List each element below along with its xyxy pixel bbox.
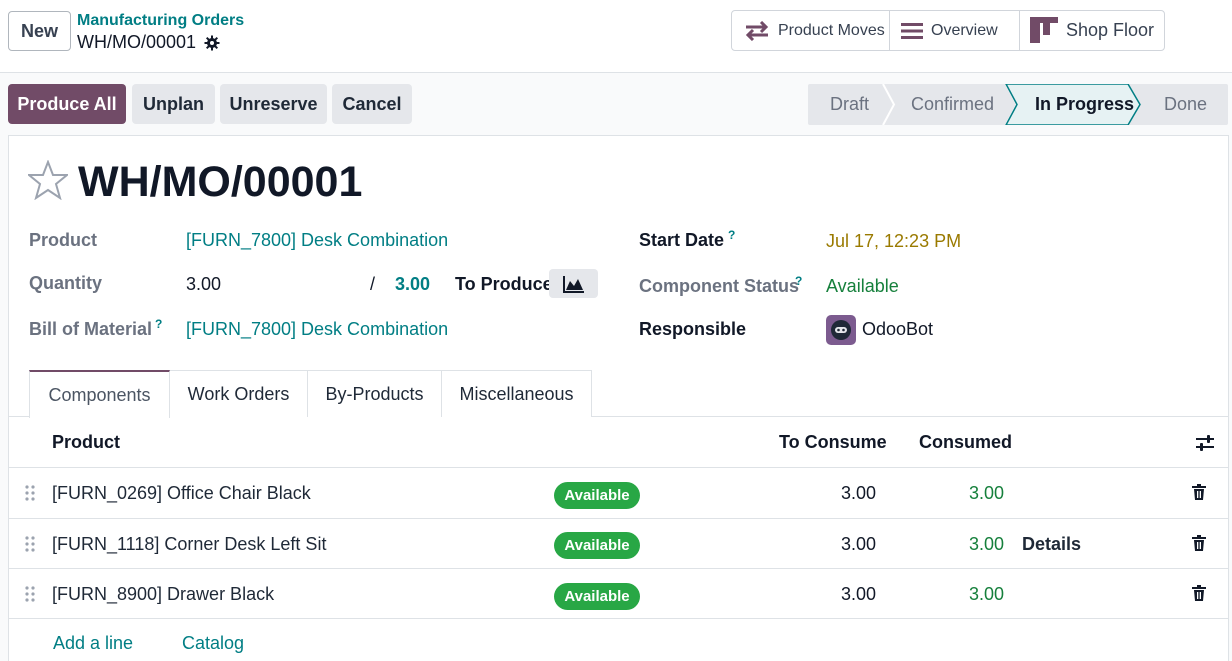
table-row[interactable]: [FURN_1118] Corner Desk Left Sit Availab… bbox=[9, 518, 1228, 569]
catalog-link[interactable]: Catalog bbox=[182, 633, 244, 654]
status-badge: Available bbox=[554, 532, 640, 559]
table-row[interactable]: [FURN_8900] Drawer Black Available 3.00 … bbox=[9, 568, 1228, 619]
row-product[interactable]: [FURN_8900] Drawer Black bbox=[52, 584, 274, 605]
start-date-field[interactable]: Jul 17, 12:23 PM bbox=[826, 231, 961, 252]
area-chart-icon bbox=[562, 275, 584, 293]
control-panel: New Manufacturing Orders WH/MO/00001 Pro… bbox=[0, 0, 1232, 73]
breadcrumb-current-label: WH/MO/00001 bbox=[77, 32, 197, 52]
tab-by-products[interactable]: By-Products bbox=[307, 370, 442, 417]
to-produce-label: To Produce bbox=[455, 274, 553, 294]
start-date-label: Start Date bbox=[639, 230, 725, 250]
start-date-help-icon[interactable]: ? bbox=[728, 228, 735, 242]
star-icon[interactable] bbox=[28, 160, 68, 200]
row-to-consume[interactable]: 3.00 bbox=[816, 483, 876, 504]
breadcrumb-current: WH/MO/00001 bbox=[77, 32, 220, 53]
row-consumed[interactable]: 3.00 bbox=[944, 584, 1004, 605]
quantity-separator: / bbox=[370, 274, 376, 294]
product-label: Product bbox=[29, 230, 98, 250]
shop-floor-button[interactable]: Shop Floor bbox=[1019, 10, 1165, 51]
tab-work-orders[interactable]: Work Orders bbox=[169, 370, 308, 417]
new-button[interactable]: New bbox=[8, 11, 71, 51]
row-to-consume[interactable]: 3.00 bbox=[816, 584, 876, 605]
stage-draft[interactable]: Draft bbox=[830, 84, 869, 125]
column-header-consumed[interactable]: Consumed bbox=[919, 432, 1012, 453]
unplan-button[interactable]: Unplan bbox=[132, 84, 215, 124]
table-row[interactable]: [FURN_0269] Office Chair Black Available… bbox=[9, 467, 1228, 518]
stage-done[interactable]: Done bbox=[1164, 84, 1207, 125]
optional-columns-icon[interactable] bbox=[1195, 434, 1215, 452]
unreserve-button[interactable]: Unreserve bbox=[220, 84, 327, 124]
product-moves-label: Product Moves bbox=[778, 21, 885, 39]
responsible-label: Responsible bbox=[639, 319, 747, 339]
row-consumed[interactable]: 3.00 bbox=[944, 534, 1004, 555]
overview-label: Overview bbox=[931, 21, 998, 39]
trash-icon[interactable] bbox=[1192, 585, 1206, 601]
product-field[interactable]: [FURN_7800] Desk Combination bbox=[186, 230, 448, 251]
row-to-consume[interactable]: 3.00 bbox=[816, 534, 876, 555]
kanban-icon bbox=[1030, 16, 1058, 43]
drag-handle-icon[interactable] bbox=[24, 585, 36, 603]
forecast-button[interactable] bbox=[549, 269, 598, 298]
trash-icon[interactable] bbox=[1192, 535, 1206, 551]
stage-in-progress[interactable]: In Progress bbox=[1035, 84, 1134, 125]
bom-label: Bill of Material bbox=[29, 319, 153, 339]
product-moves-button[interactable]: Product Moves bbox=[731, 10, 890, 51]
quantity-label: Quantity bbox=[29, 273, 103, 293]
column-header-product[interactable]: Product bbox=[52, 432, 120, 453]
row-product[interactable]: [FURN_1118] Corner Desk Left Sit bbox=[52, 534, 326, 555]
tab-components[interactable]: Components bbox=[29, 370, 170, 418]
drag-handle-icon[interactable] bbox=[24, 535, 36, 553]
drag-handle-icon[interactable] bbox=[24, 484, 36, 502]
tab-miscellaneous[interactable]: Miscellaneous bbox=[441, 370, 592, 417]
quantity-target: 3.00 bbox=[395, 274, 431, 294]
avatar bbox=[826, 315, 856, 345]
bom-help-icon[interactable]: ? bbox=[155, 317, 162, 331]
add-line-link[interactable]: Add a line bbox=[53, 633, 133, 654]
cancel-button[interactable]: Cancel bbox=[332, 84, 412, 124]
gear-icon[interactable] bbox=[204, 35, 220, 51]
status-badge: Available bbox=[554, 583, 640, 610]
trash-icon[interactable] bbox=[1192, 484, 1206, 500]
record-title: WH/MO/00001 bbox=[78, 158, 363, 206]
odoobot-icon bbox=[831, 320, 851, 340]
table-divider bbox=[9, 618, 1228, 619]
quantity-field[interactable]: 3.00 bbox=[186, 274, 221, 295]
arrows-exchange-icon bbox=[745, 20, 769, 41]
details-link[interactable]: Details bbox=[1022, 534, 1081, 555]
stage-confirmed[interactable]: Confirmed bbox=[911, 84, 994, 125]
list-icon bbox=[901, 22, 923, 39]
produce-all-button[interactable]: Produce All bbox=[8, 84, 126, 124]
status-bar: Draft Confirmed In Progress Done bbox=[808, 84, 1228, 125]
responsible-field[interactable]: OdooBot bbox=[862, 319, 933, 340]
component-status-label: Component Status bbox=[639, 276, 799, 296]
column-header-to-consume[interactable]: To Consume bbox=[779, 432, 887, 453]
bom-field[interactable]: [FURN_7800] Desk Combination bbox=[186, 319, 448, 340]
row-consumed[interactable]: 3.00 bbox=[944, 483, 1004, 504]
overview-button[interactable]: Overview bbox=[889, 10, 1020, 51]
row-product[interactable]: [FURN_0269] Office Chair Black bbox=[52, 483, 311, 504]
component-status-value: Available bbox=[826, 276, 899, 296]
shop-floor-label: Shop Floor bbox=[1066, 20, 1155, 40]
component-status-help-icon[interactable]: ? bbox=[795, 274, 802, 288]
breadcrumb-parent[interactable]: Manufacturing Orders bbox=[77, 12, 244, 30]
status-badge: Available bbox=[554, 482, 640, 509]
